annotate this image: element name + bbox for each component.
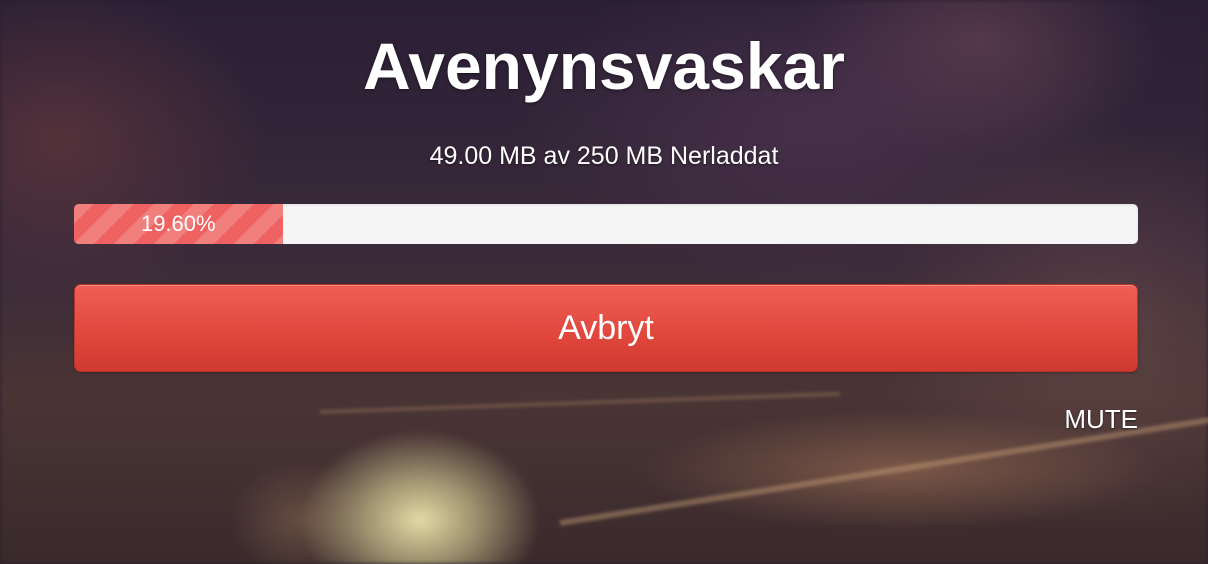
mute-button[interactable]: MUTE: [1064, 404, 1138, 435]
page-title: Avenynsvaskar: [363, 29, 845, 103]
download-progress-label: 19.60%: [140, 211, 216, 236]
cancel-button[interactable]: Avbryt: [74, 284, 1138, 372]
download-progress-bar: 19.60%: [74, 204, 1138, 244]
download-status-text: 49.00 MB av 250 MB Nerladdat: [429, 142, 779, 170]
download-progress-fill: 19.60%: [74, 204, 283, 244]
